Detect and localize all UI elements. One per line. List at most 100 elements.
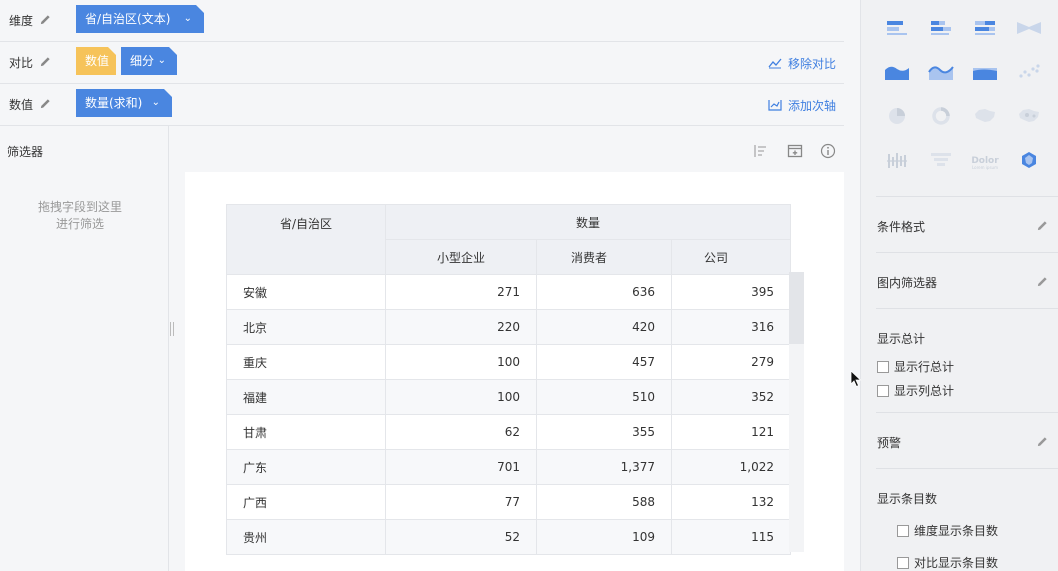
filter-drop-hint[interactable]: 拖拽字段到这里 进行筛选 [0,199,160,233]
show-item-count-label: 显示条目数 [877,492,938,506]
add-secondary-axis-button[interactable]: 添加次轴 [768,97,836,114]
table-cell: 355 [536,414,672,450]
dimension-field-label: 省/自治区(文本) [85,12,171,26]
value-field-chip[interactable]: 数量(求和) ⌄ [76,89,172,117]
show-col-total-checkbox[interactable]: 显示列总计 [877,382,954,399]
table-row: 安徽 271 636 395 [226,274,791,310]
checkbox-box[interactable] [897,557,909,569]
add-to-dashboard-icon[interactable] [787,143,803,159]
table-row: 甘肃 62 355 121 [226,414,791,450]
filter-pane: 筛选器 拖拽字段到这里 进行筛选 [0,126,169,571]
gauge-icon[interactable] [1009,144,1049,176]
checkbox-box[interactable] [877,361,889,373]
pivot-table-card: 省/自治区 数量 小型企业 消费者 公司 安徽 271 636 395 北京 2… [185,172,844,571]
cmp-item-count-checkbox[interactable]: 对比显示条目数 [897,554,998,571]
range-bar-icon[interactable] [877,144,917,176]
value-label: 数值 [9,98,34,112]
table-cell: 121 [671,414,791,450]
edit-warning-icon[interactable] [1036,435,1049,448]
word-cloud-icon[interactable]: Dolor Lorem ipsum [965,144,1005,176]
area-icon[interactable] [877,56,917,88]
bar-horizontal-icon[interactable] [877,12,917,44]
row-label: 北京 [226,309,386,345]
table-cell: 352 [671,379,791,415]
funnel-icon[interactable] [921,144,961,176]
compare-label: 对比 [9,56,34,70]
compare-bar-icon[interactable] [1009,12,1049,44]
table-row: 广西 77 588 132 [226,484,791,520]
show-row-total-checkbox[interactable]: 显示行总计 [877,358,954,375]
table-row: 重庆 100 457 279 [226,344,791,380]
table-row: 北京 220 420 316 [226,309,791,345]
edit-value-icon[interactable] [39,97,52,110]
divider [876,468,1058,469]
row-label: 重庆 [226,344,386,380]
row-label: 贵州 [226,519,386,555]
pane-resize-handle[interactable] [170,322,174,336]
column-header[interactable]: 小型企业 [385,239,537,275]
filter-hint-line: 进行筛选 [55,217,104,231]
table-row: 福建 100 510 352 [226,379,791,415]
compare-detail-chip[interactable]: 细分 ⌄ [121,47,177,75]
checkbox-box[interactable] [897,525,909,537]
checkbox-box[interactable] [877,385,889,397]
area-stacked-icon[interactable] [965,56,1005,88]
remove-compare-button[interactable]: 移除对比 [768,55,836,72]
info-icon[interactable] [820,143,836,159]
remove-compare-label: 移除对比 [787,57,836,71]
column-header[interactable]: 消费者 [536,239,672,275]
table-cell: 1,377 [536,449,672,485]
compare-value-chip[interactable]: 数值 [76,47,116,75]
table-cell: 62 [385,414,537,450]
edit-conditional-format-icon[interactable] [1036,219,1049,232]
chevron-down-icon[interactable]: ⌄ [152,89,160,117]
column-header[interactable]: 公司 [671,239,791,275]
add-secondary-axis-label: 添加次轴 [787,99,836,113]
scrollbar-thumb[interactable] [789,272,804,344]
dim-item-count-checkbox[interactable]: 维度显示条目数 [897,522,998,539]
divider [876,308,1058,309]
table-cell: 636 [536,274,672,310]
table-cell: 279 [671,344,791,380]
remove-compare-icon [768,58,782,69]
table-cell: 109 [536,519,672,555]
show-total-label: 显示总计 [877,332,926,346]
edit-compare-icon[interactable] [39,55,52,68]
dimension-field-chip[interactable]: 省/自治区(文本) ⌄ [76,5,204,33]
chevron-down-icon[interactable]: ⌄ [184,5,192,33]
ring-icon[interactable] [921,100,961,132]
row-label: 甘肃 [226,414,386,450]
bar-percent-horizontal-icon[interactable] [965,12,1005,44]
table-scrollbar[interactable] [789,272,804,552]
table-cell: 271 [385,274,537,310]
area-stream-icon[interactable] [921,56,961,88]
pie-icon[interactable] [877,100,917,132]
word-cloud-text: Lorem ipsum [972,165,998,170]
table-cell: 52 [385,519,537,555]
bar-stacked-horizontal-icon[interactable] [921,12,961,44]
dim-item-count-label: 维度显示条目数 [914,524,999,538]
table-cell: 132 [671,484,791,520]
edit-inner-filter-icon[interactable] [1036,275,1049,288]
secondary-axis-icon [768,100,782,111]
table-cell: 77 [385,484,537,520]
dimension-row: 维度 省/自治区(文本) ⌄ [0,0,844,42]
dimension-label: 维度 [9,14,34,28]
map-icon[interactable] [965,100,1005,132]
table-cell: 316 [671,309,791,345]
table-cell: 100 [385,379,537,415]
table-row: 广东 701 1,377 1,022 [226,449,791,485]
show-col-total-label: 显示列总计 [894,384,955,398]
compare-value-label: 数值 [85,54,110,68]
edit-dimension-icon[interactable] [39,13,52,26]
sort-icon[interactable] [752,143,768,159]
show-row-total-label: 显示行总计 [894,360,955,374]
table-cell: 510 [536,379,672,415]
divider [876,252,1058,253]
table-cell: 100 [385,344,537,380]
chevron-down-icon[interactable]: ⌄ [158,47,166,75]
map-bubble-icon[interactable] [1009,100,1049,132]
row-dimension-header[interactable]: 省/自治区 [226,204,386,275]
scatter-icon[interactable] [1009,56,1049,88]
row-label: 广西 [226,484,386,520]
